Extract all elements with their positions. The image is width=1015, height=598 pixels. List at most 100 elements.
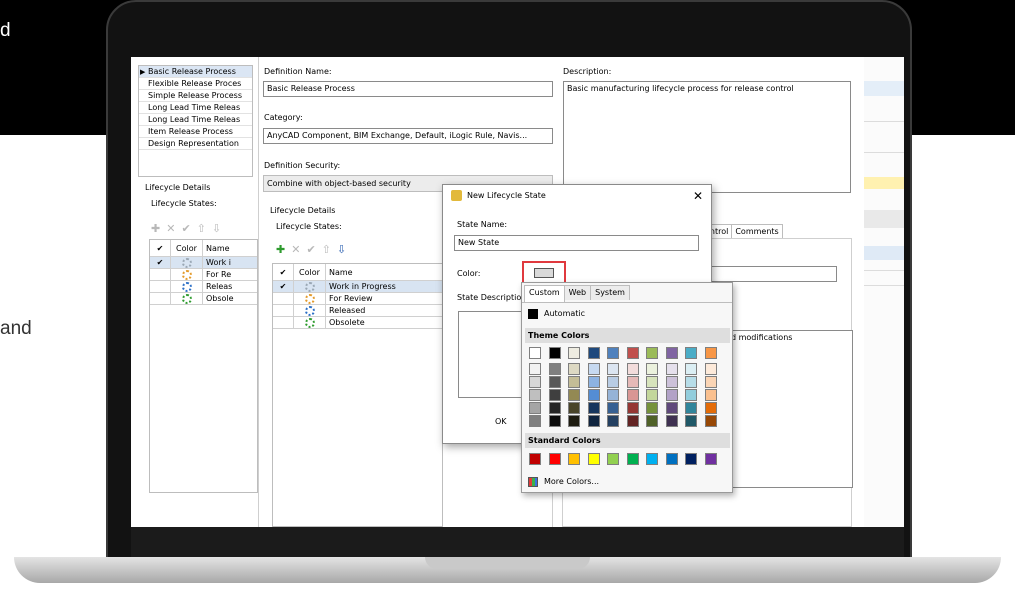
process-list-item[interactable]: Long Lead Time Releas <box>139 114 252 126</box>
standard-color-swatch[interactable] <box>704 453 717 465</box>
more-colors-link[interactable]: More Colors... <box>544 477 599 486</box>
right-field-input[interactable] <box>711 266 837 282</box>
theme-color-swatch[interactable] <box>607 347 619 359</box>
theme-shade-swatch[interactable] <box>626 363 639 375</box>
theme-shade-swatch[interactable] <box>587 415 600 427</box>
theme-shade-swatch[interactable] <box>646 402 658 414</box>
add-icon[interactable]: ✚ <box>151 223 160 235</box>
table-row[interactable]: Releas <box>150 281 257 293</box>
process-list-item[interactable]: Item Release Process <box>139 126 252 138</box>
category-input[interactable]: AnyCAD Component, BIM Exchange, Default,… <box>263 128 553 144</box>
table-row[interactable]: Obsole <box>150 293 257 305</box>
theme-shade-swatch[interactable] <box>548 402 561 414</box>
theme-color-swatch[interactable] <box>587 347 600 359</box>
theme-shade-swatch[interactable] <box>665 363 678 375</box>
theme-shade-swatch[interactable] <box>587 376 600 388</box>
tab-comments[interactable]: Comments <box>731 224 783 238</box>
standard-color-swatch[interactable] <box>685 453 697 465</box>
theme-color-swatch[interactable] <box>665 347 678 359</box>
table-row[interactable]: ✔ Work i <box>150 257 257 269</box>
standard-color-swatch[interactable] <box>665 453 678 465</box>
state-description-textarea[interactable] <box>458 311 528 398</box>
tab-system[interactable]: System <box>590 285 630 300</box>
theme-color-swatch[interactable] <box>646 347 658 359</box>
theme-shade-swatch[interactable] <box>568 402 580 414</box>
theme-shade-swatch[interactable] <box>704 389 717 401</box>
theme-shade-swatch[interactable] <box>607 389 619 401</box>
move-down-icon[interactable]: ⇩ <box>337 244 346 256</box>
theme-shade-swatch[interactable] <box>568 376 580 388</box>
theme-shade-swatch[interactable] <box>646 363 658 375</box>
theme-shade-swatch[interactable] <box>587 389 600 401</box>
automatic-swatch[interactable] <box>528 309 538 319</box>
theme-shade-swatch[interactable] <box>646 389 658 401</box>
theme-shade-swatch[interactable] <box>646 415 658 427</box>
ok-button[interactable]: OK <box>495 417 507 426</box>
theme-shade-swatch[interactable] <box>548 363 561 375</box>
theme-shade-swatch[interactable] <box>704 363 717 375</box>
theme-color-swatch[interactable] <box>568 347 580 359</box>
move-up-icon[interactable]: ⇧ <box>197 223 206 235</box>
process-list-item[interactable]: Flexible Release Proces <box>139 78 252 90</box>
process-list[interactable]: ▶ Basic Release Process Flexible Release P… <box>138 65 253 177</box>
theme-shade-swatch[interactable] <box>626 415 639 427</box>
process-list-item[interactable]: Design Representation <box>139 138 252 150</box>
table-row[interactable]: Obsolete <box>273 317 442 329</box>
theme-shade-swatch[interactable] <box>607 376 619 388</box>
check-icon[interactable]: ✔ <box>181 223 190 235</box>
theme-shade-swatch[interactable] <box>704 415 717 427</box>
color-picker-button[interactable] <box>534 268 554 278</box>
theme-shade-swatch[interactable] <box>529 363 541 375</box>
theme-shade-swatch[interactable] <box>529 402 541 414</box>
state-name-input[interactable]: New State <box>454 235 699 251</box>
theme-shade-swatch[interactable] <box>529 376 541 388</box>
theme-shade-swatch[interactable] <box>568 363 580 375</box>
table-row[interactable]: For Review <box>273 293 442 305</box>
delete-state-icon[interactable]: ✕ <box>291 244 300 256</box>
theme-shade-swatch[interactable] <box>548 376 561 388</box>
theme-shade-swatch[interactable] <box>685 402 697 414</box>
theme-shade-swatch[interactable] <box>665 376 678 388</box>
close-icon[interactable]: ✕ <box>693 185 703 207</box>
theme-shade-swatch[interactable] <box>626 402 639 414</box>
theme-shade-swatch[interactable] <box>685 389 697 401</box>
table-row[interactable]: Released <box>273 305 442 317</box>
theme-color-swatch[interactable] <box>529 347 541 359</box>
theme-shade-swatch[interactable] <box>685 363 697 375</box>
theme-shade-swatch[interactable] <box>685 376 697 388</box>
theme-shade-swatch[interactable] <box>568 389 580 401</box>
standard-color-swatch[interactable] <box>646 453 658 465</box>
tab-web[interactable]: Web <box>563 285 592 300</box>
theme-shade-swatch[interactable] <box>548 389 561 401</box>
theme-color-swatch[interactable] <box>548 347 561 359</box>
theme-color-swatch[interactable] <box>626 347 639 359</box>
move-up-icon[interactable]: ⇧ <box>322 244 331 256</box>
theme-shade-swatch[interactable] <box>685 415 697 427</box>
standard-color-swatch[interactable] <box>568 453 580 465</box>
standard-color-swatch[interactable] <box>548 453 561 465</box>
standard-color-swatch[interactable] <box>529 453 541 465</box>
theme-shade-swatch[interactable] <box>529 415 541 427</box>
description-textarea[interactable]: Basic manufacturing lifecycle process fo… <box>563 81 851 193</box>
theme-shade-swatch[interactable] <box>646 376 658 388</box>
theme-shade-swatch[interactable] <box>607 402 619 414</box>
theme-shade-swatch[interactable] <box>587 363 600 375</box>
check-state-icon[interactable]: ✔ <box>306 244 315 256</box>
theme-shade-swatch[interactable] <box>607 415 619 427</box>
theme-shade-swatch[interactable] <box>704 402 717 414</box>
theme-shade-swatch[interactable] <box>529 389 541 401</box>
table-row[interactable]: For Re <box>150 269 257 281</box>
delete-icon[interactable]: ✕ <box>166 223 175 235</box>
theme-shade-swatch[interactable] <box>568 415 580 427</box>
process-list-item[interactable]: Long Lead Time Releas <box>139 102 252 114</box>
theme-shade-swatch[interactable] <box>607 363 619 375</box>
standard-color-swatch[interactable] <box>607 453 619 465</box>
theme-shade-swatch[interactable] <box>704 376 717 388</box>
process-list-item[interactable]: Simple Release Process <box>139 90 252 102</box>
standard-color-swatch[interactable] <box>587 453 600 465</box>
definition-name-input[interactable]: Basic Release Process <box>263 81 553 97</box>
theme-color-swatch[interactable] <box>704 347 717 359</box>
add-state-icon[interactable]: ✚ <box>276 244 285 256</box>
process-list-item[interactable]: ▶ Basic Release Process <box>139 66 252 78</box>
tab-custom[interactable]: Custom <box>524 285 565 302</box>
